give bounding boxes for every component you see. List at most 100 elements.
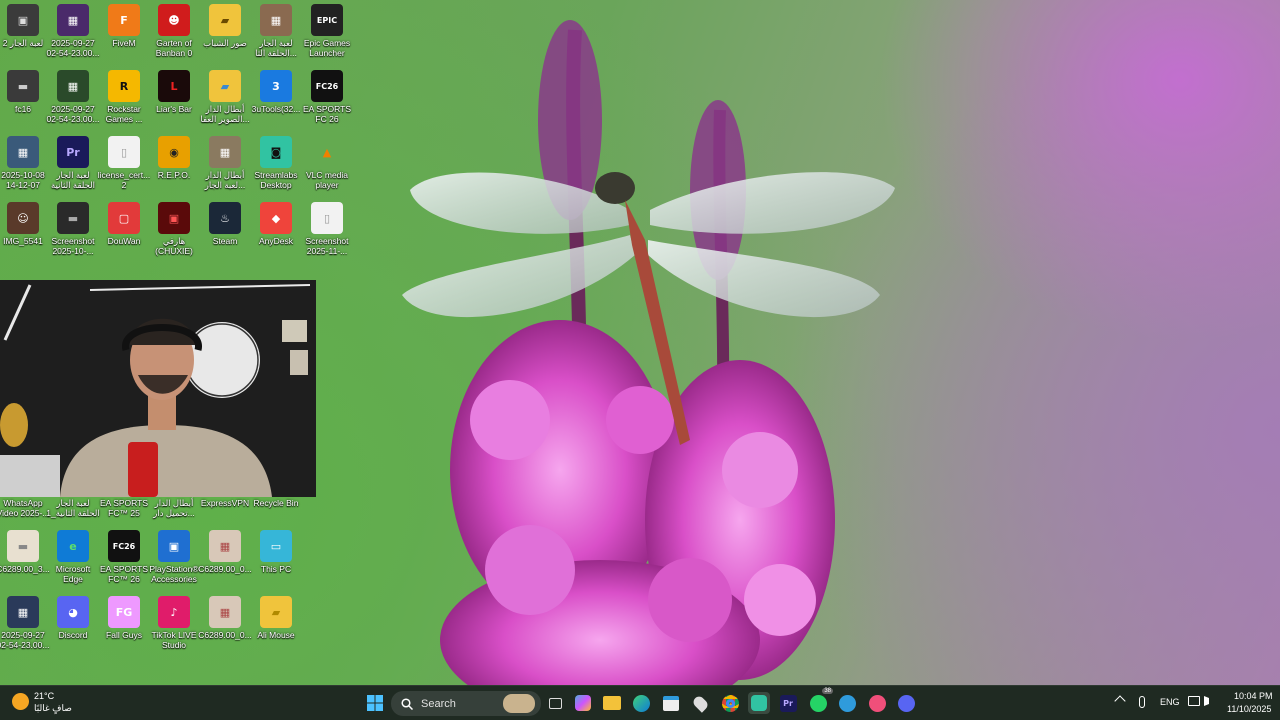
desktop-icon[interactable]: ▦ 2025-09-27 02-54-23.00... xyxy=(47,70,99,124)
desktop-icon[interactable]: ▯ Screenshot 2025-11-... xyxy=(301,202,353,256)
desktop-icon-image: ◙ xyxy=(260,136,292,168)
desktop-icon-image: ▬ xyxy=(7,70,39,102)
desktop-icon[interactable]: ▣ PlayStation® Accessories xyxy=(148,530,200,584)
desktop-icon[interactable]: 3 3uTools(32... xyxy=(250,70,302,114)
desktop-icon-image: ▦ xyxy=(209,596,241,628)
desktop-icon-label: TikTok LIVE Studio xyxy=(151,630,197,650)
start-button[interactable] xyxy=(364,692,386,714)
desktop-icon-image: ☺ xyxy=(7,202,39,234)
desktop-icon[interactable]: ◉ R.E.P.O. xyxy=(148,136,200,180)
desktop-icon[interactable]: ▦ C6289.00_0... xyxy=(198,530,252,574)
maps-pin-icon[interactable] xyxy=(689,692,711,714)
desktop-icon[interactable]: ▦ 2025-09-27 02-54-23.00... xyxy=(0,596,49,650)
desktop-icon[interactable]: ☻ Garten of Banban 0 xyxy=(148,4,200,58)
edge-browser-icon[interactable] xyxy=(630,692,652,714)
weather-description: صافٍ غالبًا xyxy=(34,703,72,713)
weather-widget[interactable]: 21°C صافٍ غالبًا xyxy=(12,690,92,716)
desktop-icon-image: ▦ xyxy=(7,136,39,168)
desktop-icon-image: ▯ xyxy=(311,202,343,234)
desktop-icon[interactable]: ▬ C6289.00_3... xyxy=(0,530,50,574)
desktop-icon[interactable]: ▣ هارفي (CHUXIE) xyxy=(148,202,200,256)
desktop-icon[interactable]: ◙ Streamlabs Desktop xyxy=(250,136,302,190)
desktop-icon[interactable]: L Liar's Bar xyxy=(148,70,200,114)
desktop-icon-label: أبطال الدار الصوير العفا... xyxy=(200,104,250,124)
taskbar-search-box[interactable]: Search xyxy=(391,691,541,716)
desktop-icon[interactable]: ▯ license_cert... 2 xyxy=(98,136,150,190)
desktop-icon[interactable]: F FiveM xyxy=(98,4,150,48)
chrome-browser-icon[interactable] xyxy=(719,692,741,714)
desktop-icon[interactable]: ▦ 2025-09-27 02-54-23.00... xyxy=(47,4,99,58)
desktop-icon-label: PlayStation® Accessories xyxy=(149,564,199,584)
desktop-icon[interactable]: ▦ أبطال الدار لعبة الجار... xyxy=(199,136,251,190)
desktop-icon[interactable]: ▭ This PC xyxy=(250,530,302,574)
desktop-icon-label: R.E.P.O. xyxy=(157,170,191,180)
desktop-icon[interactable]: R Rockstar Games ... xyxy=(98,70,150,124)
desktop-icon[interactable]: ▰ أبطال الدار الصوير العفا... xyxy=(199,70,251,124)
desktop-icon-image: ▯ xyxy=(108,136,140,168)
desktop-icon[interactable]: ▦ C6289.00_0... xyxy=(198,596,252,640)
task-view-icon[interactable] xyxy=(544,692,566,714)
desktop-icon-label: أبطال الدار تحميل دار... xyxy=(153,498,195,518)
desktop-icon[interactable]: ♨ Steam xyxy=(199,202,251,246)
telegram-icon[interactable] xyxy=(836,692,858,714)
network-icon[interactable] xyxy=(1188,696,1200,706)
desktop-icon[interactable]: ▦ 2025-10-08 14-12-07 xyxy=(0,136,49,190)
desktop-icon-label: Screenshot 2025-10-... xyxy=(51,236,95,256)
desktop-icon-label: 2025-09-27 02-54-23.00... xyxy=(46,104,100,124)
desktop-icon-image: ◉ xyxy=(158,136,190,168)
taskbar: 21°C صافٍ غالبًا Search Pr 38 ENG 10:04 … xyxy=(0,685,1280,720)
desktop-icon-image: ▦ xyxy=(57,4,89,36)
desktop-icon[interactable]: e Microsoft Edge xyxy=(47,530,99,584)
desktop-icon[interactable]: FC26 EA SPORTS FC 26 xyxy=(301,70,353,124)
desktop-icon[interactable]: ◕ Discord xyxy=(47,596,99,640)
desktop-icon-image: FG xyxy=(108,596,140,628)
weather-sun-icon xyxy=(12,693,29,710)
copilot-icon[interactable] xyxy=(572,692,594,714)
desktop-icon-image: ☻ xyxy=(158,4,190,36)
whatsapp-icon[interactable]: 38 xyxy=(807,688,833,714)
clock-time[interactable]: 10:04 PM xyxy=(1234,691,1273,701)
desktop-icon-image: 3 xyxy=(260,70,292,102)
language-indicator[interactable]: ENG xyxy=(1160,697,1180,707)
desktop-icon-image: ▣ xyxy=(158,530,190,562)
streamlabs-taskbar-icon[interactable] xyxy=(748,692,770,714)
music-icon[interactable] xyxy=(866,692,888,714)
desktop-icon-label: لعبة الجار الحلقة الثا... xyxy=(255,38,297,58)
desktop-icon[interactable]: ▬ fc16 xyxy=(0,70,49,114)
desktop-icon-label: Screenshot 2025-11-... xyxy=(305,236,349,256)
desktop-icon[interactable]: ◆ AnyDesk xyxy=(250,202,302,246)
desktop-icon[interactable]: ☺ IMG_5541 xyxy=(0,202,49,246)
clock-date[interactable]: 11/10/2025 xyxy=(1227,704,1271,714)
desktop-icon[interactable]: ▬ Screenshot 2025-10-... xyxy=(47,202,99,256)
desktop-icon-label: Streamlabs Desktop xyxy=(254,170,298,190)
desktop-icon[interactable]: EPIC Epic Games Launcher xyxy=(301,4,353,58)
microsoft-store-icon[interactable] xyxy=(660,692,682,714)
desktop-icon-label: أبطال الدار لعبة الجار... xyxy=(204,170,246,190)
premiere-pro-icon[interactable]: Pr xyxy=(777,692,799,714)
desktop-icon[interactable]: ▰ صور الشباب xyxy=(199,4,251,48)
desktop-icon-image: EPIC xyxy=(311,4,343,36)
microphone-icon[interactable] xyxy=(1139,696,1145,708)
desktop-icon[interactable]: ▣ لعبة الجار 2 xyxy=(0,4,49,48)
desktop-icon-image: ▦ xyxy=(57,70,89,102)
desktop-icon-label: C6289.00_0... xyxy=(198,630,252,640)
desktop-icon-image: ▣ xyxy=(7,4,39,36)
discord-taskbar-icon[interactable] xyxy=(895,692,917,714)
desktop-icon[interactable]: ▦ لعبة الجار الحلقة الثا... xyxy=(250,4,302,58)
desktop-icon-label: Ali Mouse xyxy=(257,630,295,640)
desktop-icon[interactable]: ♪ TikTok LIVE Studio xyxy=(148,596,200,650)
volume-icon[interactable] xyxy=(1204,696,1214,706)
desktop-icon[interactable]: ▲ VLC media player xyxy=(301,136,353,191)
desktop-icon[interactable]: ▰ Ali Mouse xyxy=(250,596,302,640)
desktop-icon[interactable]: ▢ DouWan xyxy=(98,202,150,246)
desktop-icon-image: ▦ xyxy=(209,530,241,562)
desktop-icon-image: ▰ xyxy=(209,4,241,36)
desktop-icon-label: Discord xyxy=(58,630,88,640)
desktop-icon[interactable]: Pr لعبة الجار الحلقة الثانية xyxy=(47,136,99,190)
desktop-icon-image: ▦ xyxy=(260,4,292,36)
desktop-icon[interactable]: FG Fall Guys xyxy=(98,596,150,640)
desktop-icon-image: ▣ xyxy=(158,202,190,234)
hidden-icons-chevron-icon[interactable] xyxy=(1114,695,1126,707)
desktop-icon[interactable]: FC26 EA SPORTS FC™ 26 xyxy=(98,530,150,584)
file-explorer-icon[interactable] xyxy=(601,692,623,714)
